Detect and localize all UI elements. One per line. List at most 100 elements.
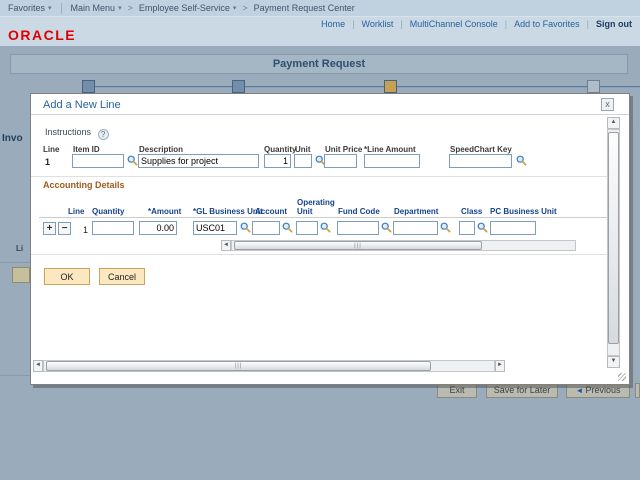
item-id-field[interactable] bbox=[72, 154, 124, 168]
background-divider bbox=[0, 262, 30, 263]
add-new-line-dialog: Add a New Line x Instructions ? Line Ite… bbox=[30, 93, 630, 385]
train-stop-2[interactable] bbox=[232, 80, 245, 93]
description-field[interactable] bbox=[138, 154, 259, 168]
class-lookup-icon[interactable] bbox=[477, 222, 488, 233]
operating-unit-field[interactable] bbox=[296, 221, 318, 235]
previous-button[interactable]: ◄Previous bbox=[566, 383, 630, 398]
col-description: Description bbox=[139, 145, 183, 154]
modal-vscroll-thumb[interactable] bbox=[608, 132, 619, 344]
col-unit: Unit bbox=[295, 145, 311, 154]
train-track bbox=[88, 86, 640, 88]
nav-divider: | bbox=[400, 19, 402, 29]
acct-col-operating-unit: Operating Unit bbox=[297, 198, 337, 216]
nav-divider: | bbox=[352, 19, 354, 29]
worklist-link[interactable]: Worklist bbox=[362, 19, 394, 29]
col-speedchart-key: SpeedChart Key bbox=[450, 145, 512, 154]
sign-out-link[interactable]: Sign out bbox=[596, 19, 632, 29]
chevron-down-icon: ▾ bbox=[233, 4, 237, 12]
account-field[interactable] bbox=[252, 221, 280, 235]
exit-button[interactable]: Exit bbox=[437, 383, 477, 398]
section-divider bbox=[31, 254, 607, 255]
modal-vertical-scrollbar[interactable] bbox=[607, 129, 620, 356]
speedchart-key-field[interactable] bbox=[449, 154, 512, 168]
cancel-button[interactable]: Cancel bbox=[99, 268, 145, 285]
breadcrumb-separator: > bbox=[242, 3, 247, 13]
minus-icon: − bbox=[62, 223, 68, 234]
resize-grip[interactable] bbox=[618, 373, 626, 381]
col-quantity: Quantity bbox=[264, 145, 296, 154]
chevron-down-icon: ▾ bbox=[118, 4, 122, 12]
breadcrumb-divider bbox=[61, 3, 62, 14]
grid-horizontal-scrollbar[interactable]: ||| bbox=[231, 240, 576, 251]
acct-col-department: Department bbox=[394, 207, 438, 216]
modal-scroll-left-arrow[interactable]: ◄ bbox=[33, 360, 43, 372]
train-stop-current[interactable] bbox=[384, 80, 397, 93]
accounting-grid-header: Line Quantity *Amount *GL Business Unit … bbox=[31, 190, 607, 217]
background-invoice-label: Invo bbox=[2, 133, 23, 144]
acct-amount-field[interactable] bbox=[139, 221, 177, 235]
modal-hscroll-thumb[interactable]: ||| bbox=[46, 361, 431, 371]
plus-icon: + bbox=[47, 223, 53, 234]
help-icon[interactable]: ? bbox=[98, 129, 109, 140]
background-button-partial[interactable] bbox=[12, 267, 30, 283]
arrow-right-icon: ► bbox=[497, 362, 503, 368]
section-divider bbox=[31, 176, 607, 177]
breadcrumb-employee-self-service[interactable]: Employee Self-Service ▾ bbox=[139, 3, 237, 13]
instructions-link[interactable]: Instructions bbox=[45, 127, 91, 137]
class-field[interactable] bbox=[459, 221, 475, 235]
previous-label: Previous bbox=[585, 385, 620, 395]
next-button-partial[interactable] bbox=[635, 383, 640, 398]
background-line-label: Li bbox=[16, 244, 23, 253]
save-for-later-button[interactable]: Save for Later bbox=[486, 383, 558, 398]
department-lookup-icon[interactable] bbox=[440, 222, 451, 233]
favorites-menu[interactable]: Favorites ▾ bbox=[8, 3, 52, 13]
add-to-favorites-link[interactable]: Add to Favorites bbox=[514, 19, 580, 29]
modal-horizontal-scrollbar[interactable]: ||| bbox=[43, 360, 495, 372]
unit-field[interactable] bbox=[294, 154, 312, 168]
home-link[interactable]: Home bbox=[321, 19, 345, 29]
previous-arrow-icon: ◄ bbox=[576, 386, 584, 395]
main-menu[interactable]: Main Menu ▾ bbox=[71, 3, 122, 13]
account-lookup-icon[interactable] bbox=[282, 222, 293, 233]
dialog-header: Add a New Line x bbox=[31, 94, 629, 115]
quantity-field[interactable] bbox=[264, 154, 291, 168]
page-title: Payment Request bbox=[10, 54, 628, 74]
acct-col-gl-business-unit: *GL Business Unit bbox=[193, 207, 263, 216]
close-icon[interactable]: x bbox=[601, 98, 614, 111]
item-id-lookup-icon[interactable] bbox=[127, 155, 138, 166]
accounting-details-title: Accounting Details bbox=[43, 180, 125, 190]
modal-scroll-right-arrow[interactable]: ► bbox=[495, 360, 505, 372]
breadcrumb: Favorites ▾ Main Menu ▾ > Employee Self-… bbox=[0, 0, 640, 17]
fund-code-field[interactable] bbox=[337, 221, 379, 235]
acct-col-class: Class bbox=[461, 207, 482, 216]
breadcrumb-payment-request-center[interactable]: Payment Request Center bbox=[254, 3, 355, 13]
add-row-button[interactable]: + bbox=[43, 222, 56, 235]
col-line: Line bbox=[43, 145, 59, 154]
acct-col-account: Account bbox=[255, 207, 287, 216]
multichannel-console-link[interactable]: MultiChannel Console bbox=[410, 19, 498, 29]
line-amount-field[interactable] bbox=[364, 154, 420, 168]
train-stop-1[interactable] bbox=[82, 80, 95, 93]
chevron-down-icon: ▾ bbox=[48, 4, 52, 12]
ok-button[interactable]: OK bbox=[44, 268, 90, 285]
arrow-left-icon: ◄ bbox=[35, 362, 41, 368]
train-stop-4[interactable] bbox=[587, 80, 600, 93]
modal-scroll-up-arrow[interactable]: ▲ bbox=[607, 117, 620, 129]
grid-scroll-thumb[interactable]: ||| bbox=[234, 241, 482, 250]
acct-quantity-field[interactable] bbox=[92, 221, 134, 235]
department-field[interactable] bbox=[393, 221, 438, 235]
unit-price-field[interactable] bbox=[324, 154, 357, 168]
pc-business-unit-field[interactable] bbox=[490, 221, 536, 235]
main-menu-label: Main Menu bbox=[71, 3, 116, 13]
modal-scroll-down-arrow[interactable]: ▼ bbox=[607, 356, 620, 368]
gl-business-unit-lookup-icon[interactable] bbox=[240, 222, 251, 233]
delete-row-button[interactable]: − bbox=[58, 222, 71, 235]
grid-scroll-left-arrow[interactable]: ◄ bbox=[221, 240, 231, 251]
gl-business-unit-field[interactable] bbox=[193, 221, 237, 235]
speedchart-lookup-icon[interactable] bbox=[516, 155, 527, 166]
operating-unit-lookup-icon[interactable] bbox=[320, 222, 331, 233]
arrow-down-icon: ▼ bbox=[611, 358, 617, 364]
nav-divider: | bbox=[587, 19, 589, 29]
fund-code-lookup-icon[interactable] bbox=[381, 222, 392, 233]
grip-icon: ||| bbox=[354, 243, 362, 249]
